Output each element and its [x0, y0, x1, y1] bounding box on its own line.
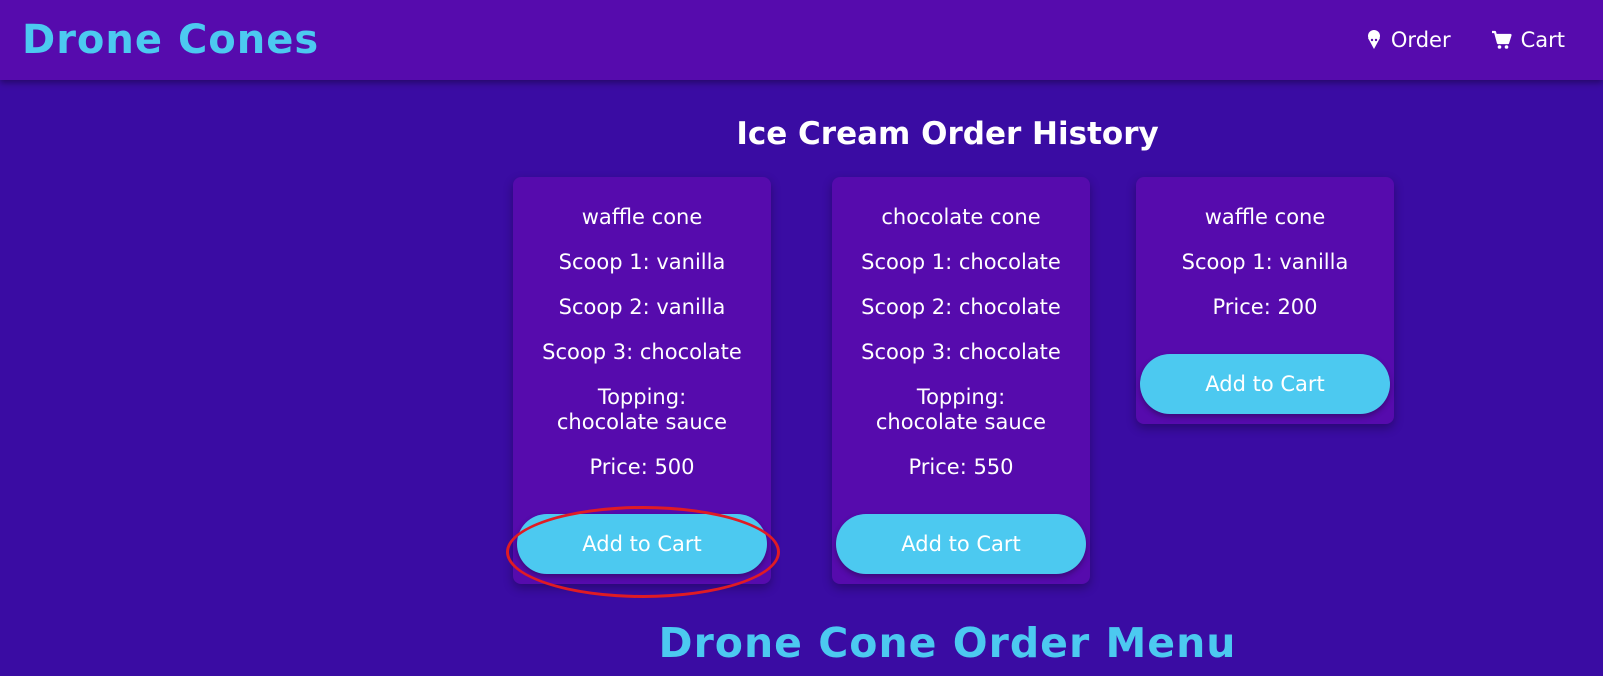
- topping: Topping: chocolate sauce: [875, 385, 1047, 434]
- order-menu-title: Drone Cone Order Menu: [658, 619, 1237, 667]
- scoop-2: Scoop 2: vanilla: [558, 295, 726, 319]
- price: Price: 200: [1212, 295, 1318, 319]
- cone-type: waffle cone: [581, 205, 703, 229]
- price: Price: 500: [589, 455, 695, 479]
- scoop-1: Scoop 1: chocolate: [861, 250, 1061, 274]
- nav-cart-link[interactable]: Cart: [1491, 26, 1565, 54]
- order-history-title: Ice Cream Order History: [736, 116, 1159, 152]
- add-to-cart-button[interactable]: Add to Cart: [1140, 354, 1390, 414]
- cart-icon: [1491, 30, 1512, 50]
- scoop-3: Scoop 3: chocolate: [861, 340, 1061, 364]
- order-card: waffle cone Scoop 1: vanilla Scoop 2: va…: [513, 177, 771, 584]
- scoop-3: Scoop 3: chocolate: [542, 340, 742, 364]
- topping: Topping: chocolate sauce: [556, 385, 728, 434]
- nav-cart-label: Cart: [1520, 28, 1565, 52]
- scoop-1: Scoop 1: vanilla: [558, 250, 726, 274]
- scoop-1: Scoop 1: vanilla: [1181, 250, 1349, 274]
- scoop-2: Scoop 2: chocolate: [861, 295, 1061, 319]
- brand-logo[interactable]: Drone Cones: [22, 17, 319, 63]
- nav-order-label: Order: [1390, 28, 1451, 52]
- order-card: waffle cone Scoop 1: vanilla Price: 200 …: [1136, 177, 1394, 424]
- add-to-cart-button[interactable]: Add to Cart: [836, 514, 1086, 574]
- navbar: Drone Cones Order Cart: [0, 0, 1603, 80]
- ice-cream-icon: [1366, 30, 1382, 50]
- cone-type: chocolate cone: [881, 205, 1041, 229]
- cone-type: waffle cone: [1204, 205, 1326, 229]
- nav-links: Order Cart: [1366, 26, 1565, 54]
- nav-order-link[interactable]: Order: [1366, 26, 1451, 54]
- price: Price: 550: [908, 455, 1014, 479]
- order-card: chocolate cone Scoop 1: chocolate Scoop …: [832, 177, 1090, 584]
- add-to-cart-button[interactable]: Add to Cart: [517, 514, 767, 574]
